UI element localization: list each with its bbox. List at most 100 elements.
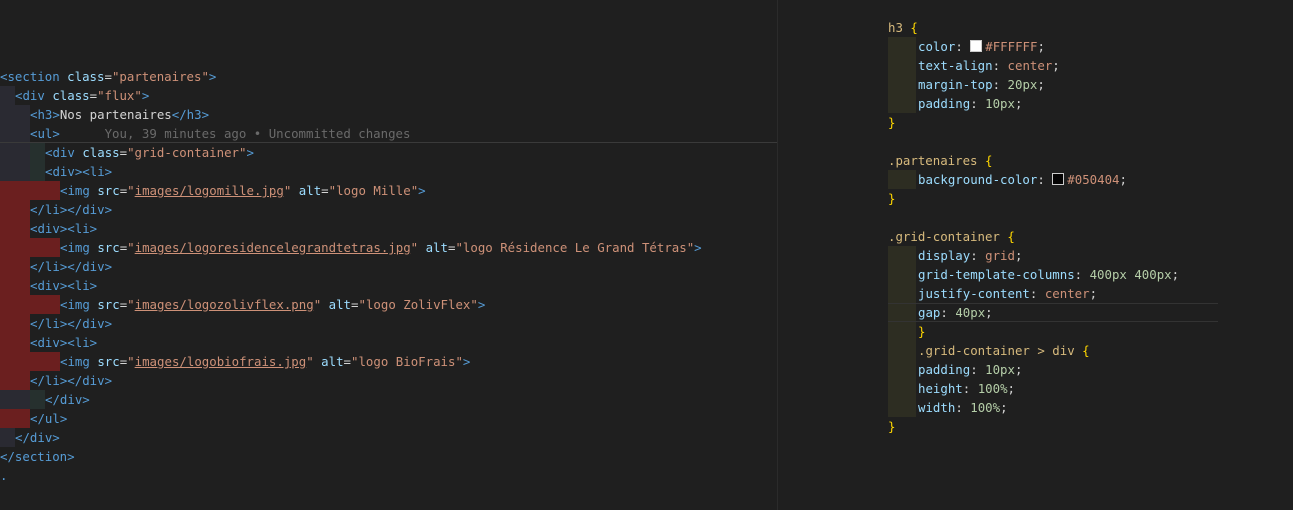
code-line[interactable]: display: grid; bbox=[918, 246, 1022, 265]
git-blame-annotation[interactable]: You, 39 minutes ago • Uncommitted change… bbox=[60, 126, 411, 141]
code-line[interactable]: <div><li> bbox=[30, 333, 97, 352]
code-token-num: 10px bbox=[985, 362, 1015, 377]
code-line[interactable]: width: 100%; bbox=[918, 398, 1008, 417]
code-token-punct: ; bbox=[1089, 286, 1098, 301]
code-line[interactable]: } bbox=[888, 189, 895, 208]
indent-guide bbox=[0, 276, 15, 295]
code-token-punct: ; bbox=[1052, 58, 1060, 73]
code-token-tag: </ul> bbox=[30, 411, 68, 426]
code-line[interactable]: </li></div> bbox=[30, 314, 112, 333]
code-line[interactable]: .partenaires { bbox=[888, 151, 992, 170]
code-line[interactable]: . bbox=[0, 466, 7, 485]
code-token-attr: src bbox=[97, 240, 120, 255]
code-token-tag: <img bbox=[60, 240, 90, 255]
code-line[interactable]: <ul> You, 39 minutes ago • Uncommitted c… bbox=[30, 124, 410, 143]
code-token-str: "logo BioFrais" bbox=[351, 354, 463, 369]
color-swatch-icon[interactable] bbox=[970, 40, 983, 52]
code-line[interactable]: <div><li> bbox=[30, 276, 97, 295]
code-line[interactable]: grid-template-columns: 400px 400px; bbox=[918, 265, 1179, 284]
code-token-tag: > bbox=[477, 297, 486, 312]
code-line[interactable]: height: 100%; bbox=[918, 379, 1015, 398]
code-line[interactable]: </li></div> bbox=[30, 257, 112, 276]
code-token-prop: justify-content bbox=[918, 286, 1030, 301]
code-token-attr: class bbox=[52, 88, 90, 103]
code-token-prop: text-align bbox=[918, 58, 993, 73]
code-line[interactable]: <img src="images/logomille.jpg" alt="log… bbox=[60, 181, 426, 200]
code-line[interactable]: color: #FFFFFF; bbox=[918, 37, 1045, 56]
code-line[interactable]: gap: 40px; bbox=[918, 303, 993, 322]
code-token-punct: ; bbox=[1037, 39, 1045, 54]
code-line[interactable]: background-color: #050404; bbox=[918, 170, 1127, 189]
code-token-tag: <div bbox=[45, 145, 75, 160]
code-line[interactable]: </li></div> bbox=[30, 371, 112, 390]
code-token-tag: <img bbox=[60, 183, 90, 198]
code-token-str: "logo Résidence Le Grand Tétras" bbox=[455, 240, 695, 255]
code-line[interactable]: text-align: center; bbox=[918, 56, 1060, 75]
code-token-val: center bbox=[1007, 58, 1053, 73]
css-editor-pane[interactable]: h3 {color: #FFFFFF; text-align: center; ma… bbox=[777, 0, 1293, 510]
code-token-attr: alt bbox=[328, 297, 352, 312]
code-line[interactable]: <h3>Nos partenaires</h3> bbox=[30, 105, 209, 124]
code-token-tag: </div> bbox=[15, 430, 60, 445]
code-token-punct: : bbox=[992, 58, 1008, 73]
indent-guide bbox=[30, 295, 45, 314]
code-token-tag: </li></div> bbox=[30, 259, 113, 274]
code-line[interactable]: } bbox=[888, 417, 895, 436]
indent-guide bbox=[888, 265, 916, 284]
code-line[interactable]: h3 { bbox=[888, 18, 918, 37]
code-token-punct: : bbox=[970, 248, 986, 263]
code-line[interactable]: margin-top: 20px; bbox=[918, 75, 1045, 94]
indent-guide bbox=[30, 162, 45, 181]
code-line[interactable]: <div><li> bbox=[45, 162, 112, 181]
code-line[interactable]: justify-content: center; bbox=[918, 284, 1097, 303]
indent-guide bbox=[0, 409, 15, 428]
html-editor-pane[interactable]: <section class="partenaires"> <div class=… bbox=[0, 0, 777, 510]
indent-guide bbox=[15, 295, 30, 314]
code-line[interactable]: } bbox=[918, 322, 925, 341]
code-line[interactable]: padding: 10px; bbox=[918, 94, 1022, 113]
code-token-sel: h3 bbox=[888, 20, 903, 35]
code-token-num: 400px 400px bbox=[1089, 267, 1172, 282]
code-token-tag: > bbox=[208, 69, 217, 84]
code-line[interactable]: .grid-container > div { bbox=[918, 341, 1090, 360]
code-token-str: "partenaires" bbox=[111, 69, 209, 84]
code-line[interactable]: </li></div> bbox=[30, 200, 112, 219]
indent-guide bbox=[15, 181, 30, 200]
code-line[interactable]: <div class="grid-container"> bbox=[45, 143, 254, 162]
code-line[interactable]: <div class="flux"> bbox=[15, 86, 149, 105]
code-token-val: #FFFFFF bbox=[985, 39, 1038, 54]
code-token-tag: > bbox=[418, 183, 426, 198]
code-line[interactable]: <section class="partenaires"> bbox=[0, 67, 216, 86]
code-token-prop: color bbox=[918, 39, 956, 54]
indent-guide bbox=[45, 295, 60, 314]
code-token-punct: ; bbox=[1119, 172, 1127, 187]
code-line[interactable]: </section> bbox=[0, 447, 75, 466]
code-token-str: "logo Mille" bbox=[328, 183, 419, 198]
indent-guide bbox=[15, 219, 30, 238]
code-token-brace: } bbox=[918, 324, 926, 339]
code-line[interactable]: } bbox=[888, 113, 895, 132]
code-line[interactable]: padding: 10px; bbox=[918, 360, 1022, 379]
code-line[interactable]: <img src="images/logobiofrais.jpg" alt="… bbox=[60, 352, 470, 371]
indent-guide bbox=[15, 371, 30, 390]
code-token-str: " bbox=[410, 240, 419, 255]
code-token-tag: <h3> bbox=[30, 107, 60, 122]
code-token-prop: gap bbox=[918, 305, 941, 320]
code-line[interactable]: </ul> bbox=[30, 409, 67, 428]
indent-guide bbox=[30, 143, 45, 162]
code-token-punct bbox=[978, 153, 985, 168]
code-line[interactable]: </div> bbox=[15, 428, 60, 447]
color-swatch-icon[interactable] bbox=[1052, 173, 1065, 185]
code-line[interactable]: </div> bbox=[45, 390, 90, 409]
code-line[interactable]: <img src="images/logozolivflex.png" alt=… bbox=[60, 295, 485, 314]
indent-guide bbox=[15, 143, 30, 162]
code-token-punct: : bbox=[940, 305, 956, 320]
indent-guide bbox=[0, 390, 15, 409]
code-line[interactable]: <div><li> bbox=[30, 219, 97, 238]
code-line[interactable]: .grid-container { bbox=[888, 227, 1015, 246]
code-line[interactable]: <img src="images/logoresidencelegrandtet… bbox=[60, 238, 702, 257]
indent-guide bbox=[45, 238, 60, 257]
code-token-num: 10px bbox=[985, 96, 1015, 111]
code-token-punct: : bbox=[955, 39, 971, 54]
code-token-url: images/logomille.jpg bbox=[134, 183, 284, 198]
